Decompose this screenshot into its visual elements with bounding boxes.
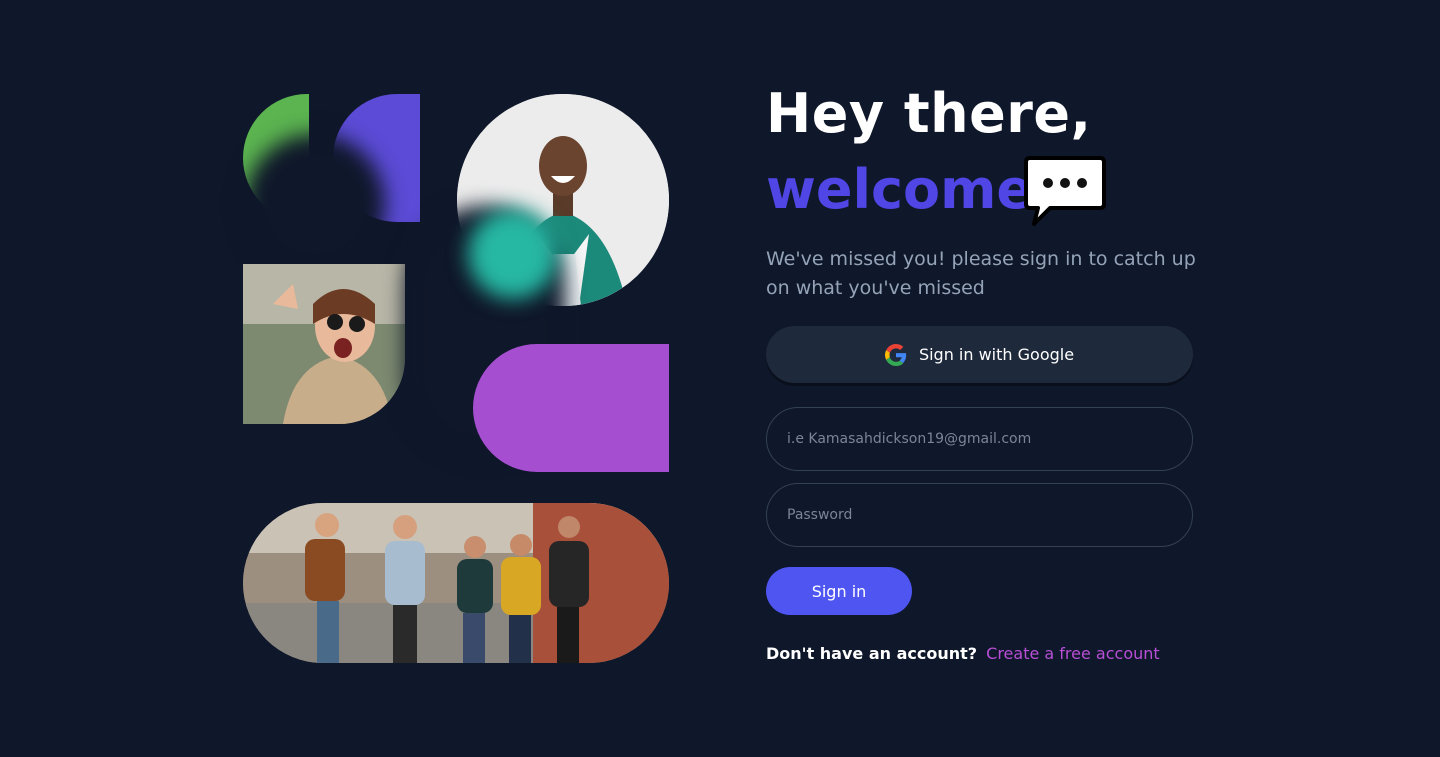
blur-overlay: [245, 134, 385, 274]
email-field[interactable]: [766, 407, 1193, 471]
magenta-shape: [473, 344, 669, 472]
sign-in-button[interactable]: Sign in: [766, 567, 912, 615]
teal-blur-shape: [468, 209, 558, 299]
heading-welcome: welcome: [766, 158, 1034, 221]
google-icon: [884, 343, 907, 366]
google-button-label: Sign in with Google: [918, 345, 1075, 364]
sign-in-with-google-button[interactable]: Sign in with Google: [766, 326, 1193, 383]
create-account-link[interactable]: Create a free account: [986, 644, 1160, 663]
password-field[interactable]: [766, 483, 1193, 547]
photo-group-of-friends: [243, 503, 669, 663]
photo-laughing-woman: [243, 264, 405, 424]
chat-bubble-icon: [1024, 154, 1106, 226]
signup-row: Don't have an account? Create a free acc…: [766, 644, 1160, 663]
signup-prompt: Don't have an account?: [766, 644, 978, 663]
heading-greeting: Hey there,: [766, 82, 1092, 145]
image-collage: [243, 94, 669, 663]
subtitle-text: We've missed you! please sign in to catc…: [766, 248, 1196, 299]
sign-in-page: Hey there, welcome We've missed you! ple…: [0, 0, 1440, 757]
